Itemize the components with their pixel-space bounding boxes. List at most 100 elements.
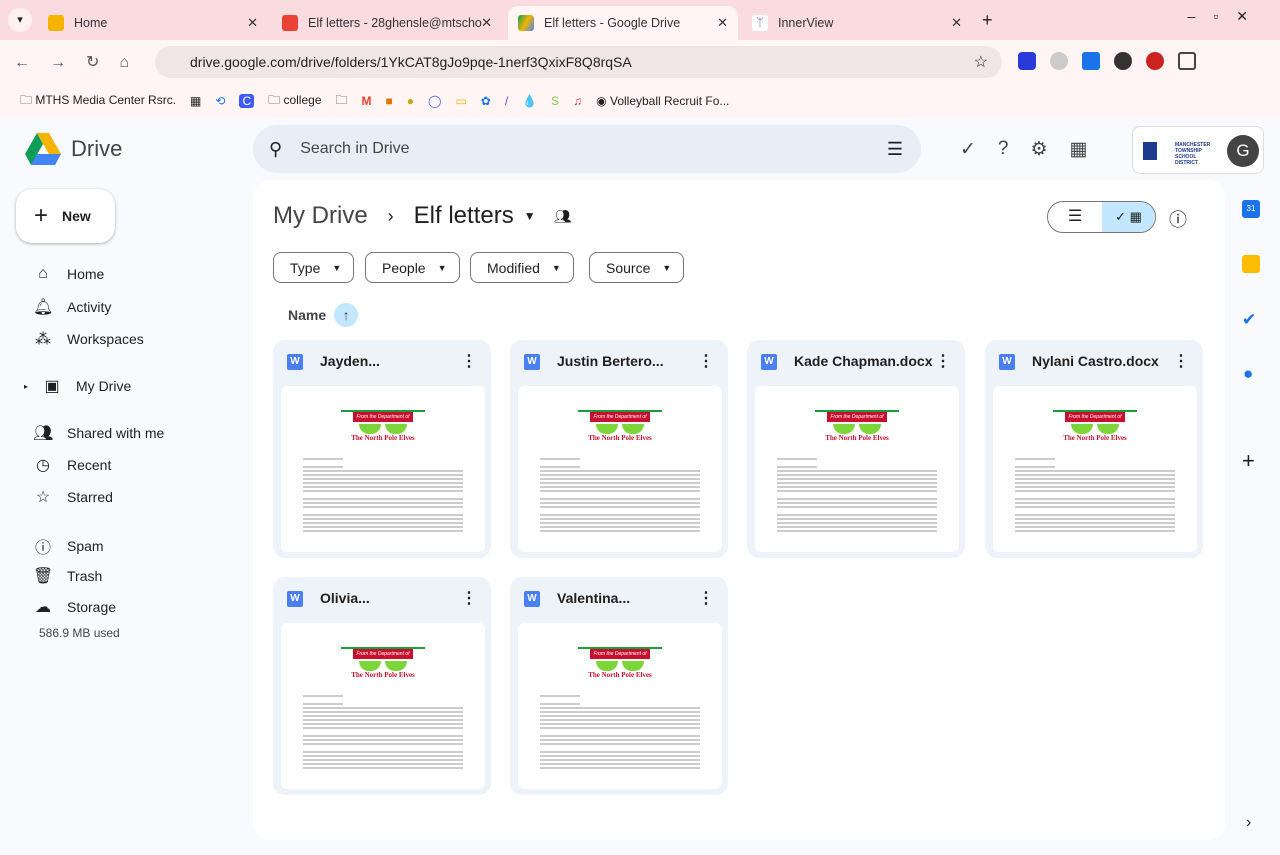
nav-spam[interactable]: ⓘ Spam <box>33 534 104 558</box>
extension-icon[interactable] <box>1082 52 1100 70</box>
window-controls[interactable]: –▫✕ <box>1188 8 1266 25</box>
bookmark[interactable]: ◯ <box>428 94 441 108</box>
filter-options-icon[interactable]: ☰ <box>887 139 903 160</box>
file-card[interactable]: W Justin Bertero... ⋮ From the Departmen… <box>510 340 728 558</box>
chevron-down-icon[interactable]: ▼ <box>524 209 536 223</box>
bookmark[interactable]: / <box>505 94 508 108</box>
sort-label: Name <box>288 307 327 323</box>
more-actions-icon[interactable]: ⋮ <box>698 351 714 371</box>
bookmark[interactable]: 🗀 college <box>268 91 321 112</box>
close-icon[interactable]: ✕ <box>247 15 258 31</box>
bookmark[interactable]: ♫ <box>573 94 582 108</box>
file-card[interactable]: W Valentina... ⋮ From the Department of … <box>510 577 728 795</box>
apps-icon[interactable]: ▦ <box>190 94 201 108</box>
account-box[interactable]: MANCHESTER TOWNSHIP SCHOOL DISTRICT G <box>1132 126 1264 174</box>
bookmark[interactable]: C <box>239 94 255 108</box>
new-button[interactable]: + New <box>16 189 115 243</box>
close-icon[interactable]: ✕ <box>951 15 962 31</box>
bookmark[interactable]: 🗀 MTHS Media Center Rsrc. <box>20 91 176 112</box>
filter-modified[interactable]: Modified ▼ <box>470 252 574 283</box>
extensions[interactable] <box>1018 52 1196 70</box>
tab-drive[interactable]: Elf letters - Google Drive ✕ <box>508 6 738 40</box>
chevron-right-icon: › <box>387 205 394 226</box>
nav-activity[interactable]: 🔔︎ Activity <box>33 297 111 317</box>
tab-search-button[interactable]: ▾ <box>8 8 32 32</box>
tab-gmail[interactable]: Elf letters - 28ghensle@mtscho ✕ <box>272 6 502 40</box>
arrow-up-icon[interactable]: ↑ <box>334 303 359 327</box>
address-bar[interactable]: drive.google.com/drive/folders/1YkCAT8gJ… <box>155 46 1002 78</box>
nav-shared[interactable]: 👥︎ Shared with me <box>33 423 164 443</box>
contacts-icon[interactable]: ● <box>1243 364 1253 384</box>
extension-icon[interactable] <box>1146 52 1164 70</box>
people-icon: 👥︎ <box>33 425 54 442</box>
calendar-icon[interactable]: 31 <box>1242 200 1260 218</box>
bookmark[interactable]: ◉ Volleyball Recruit Fo... <box>596 94 729 108</box>
extension-icon[interactable] <box>1050 52 1068 70</box>
keep-icon[interactable] <box>1242 255 1260 273</box>
tab-innerview[interactable]: ᛘ InnerView ✕ <box>742 6 972 40</box>
puzzle-icon[interactable] <box>1178 52 1196 70</box>
new-tab-button[interactable]: + <box>982 10 993 31</box>
header-icons: ✓? ⚙ ▦ <box>960 138 1088 161</box>
nav-trash[interactable]: 🗑︎ Trash <box>33 566 102 586</box>
nav-home[interactable]: ⌂ Home <box>33 265 104 283</box>
extension-icon[interactable] <box>1114 52 1132 70</box>
tab-home[interactable]: Home ✕ <box>38 6 268 40</box>
extension-icon[interactable] <box>1018 52 1036 70</box>
offline-ready-icon[interactable]: ✓ <box>960 138 976 161</box>
folder-icon[interactable]: 🗀 <box>336 91 348 112</box>
file-card[interactable]: W Nylani Castro.docx ⋮ From the Departme… <box>985 340 1203 558</box>
grid-view-button[interactable]: ✓ ▦ <box>1102 202 1155 232</box>
add-addon-icon[interactable]: + <box>1242 448 1255 474</box>
search-input[interactable]: Search in Drive <box>300 140 409 158</box>
page-title[interactable]: Elf letters <box>414 202 514 230</box>
bookmark[interactable]: ✿ <box>481 94 491 108</box>
file-card[interactable]: W Jayden... ⋮ From the Department of The… <box>273 340 491 558</box>
drive-logo-icon <box>25 133 61 165</box>
close-icon[interactable]: ✕ <box>481 15 492 31</box>
bookmark[interactable]: ⟲ <box>215 94 225 108</box>
help-icon[interactable]: ? <box>998 138 1009 161</box>
nav-storage[interactable]: ☁ Storage <box>33 597 116 617</box>
breadcrumb-my-drive[interactable]: My Drive <box>273 202 368 230</box>
more-actions-icon[interactable]: ⋮ <box>461 588 477 608</box>
nav-starred[interactable]: ☆ Starred <box>33 487 113 507</box>
home-icon: ⌂ <box>38 265 48 282</box>
drive-logo[interactable]: Drive <box>25 133 122 165</box>
gmail-icon[interactable]: M <box>362 94 372 108</box>
list-view-button[interactable]: ☰ <box>1048 202 1102 232</box>
filter-source[interactable]: Source ▼ <box>589 252 685 283</box>
filter-type[interactable]: Type ▼ <box>273 252 355 283</box>
more-actions-icon[interactable]: ⋮ <box>461 351 477 371</box>
apps-grid-icon[interactable]: ▦ <box>1070 138 1088 161</box>
expand-panel-icon[interactable]: › <box>1246 814 1251 832</box>
file-card[interactable]: W Kade Chapman.docx ⋮ From the Departmen… <box>747 340 965 558</box>
bookmark[interactable]: S <box>551 94 559 108</box>
nav-buttons[interactable]: ←→↻⌂ <box>14 52 149 72</box>
close-icon[interactable]: ✕ <box>717 15 728 31</box>
star-icon[interactable]: ☆ <box>974 52 988 72</box>
more-actions-icon[interactable]: ⋮ <box>698 588 714 608</box>
more-actions-icon[interactable]: ⋮ <box>1173 351 1189 371</box>
sort-by-name[interactable]: Name ↑ <box>288 303 359 327</box>
search-bar[interactable]: ⚲ Search in Drive ☰ <box>253 125 921 173</box>
more-actions-icon[interactable]: ⋮ <box>935 351 951 371</box>
file-card[interactable]: W Olivia... ⋮ From the Department of The… <box>273 577 491 795</box>
bookmark[interactable]: ▭ <box>455 94 466 108</box>
bookmark-label: college <box>283 92 322 107</box>
expand-icon[interactable]: ▸ <box>24 382 28 391</box>
settings-icon[interactable]: ⚙ <box>1031 138 1048 161</box>
filter-people[interactable]: People ▼ <box>365 252 460 283</box>
info-icon[interactable]: ⓘ <box>1169 206 1187 232</box>
plus-icon: + <box>34 202 49 229</box>
bookmark[interactable]: 💧 <box>522 94 537 108</box>
nav-my-drive[interactable]: ▸ ▣ My Drive <box>24 376 131 396</box>
nav-workspaces[interactable]: ⁂ Workspaces <box>33 329 144 349</box>
bookmark[interactable]: ■ <box>386 94 393 108</box>
view-toggle[interactable]: ☰ ✓ ▦ <box>1047 201 1156 233</box>
nav-recent[interactable]: ◷ Recent <box>33 455 111 475</box>
tab-label: Elf letters - 28ghensle@mtscho <box>308 16 482 30</box>
tasks-icon[interactable]: ✔ <box>1242 310 1256 330</box>
bookmark[interactable]: ● <box>407 94 414 108</box>
avatar[interactable]: G <box>1227 135 1259 167</box>
